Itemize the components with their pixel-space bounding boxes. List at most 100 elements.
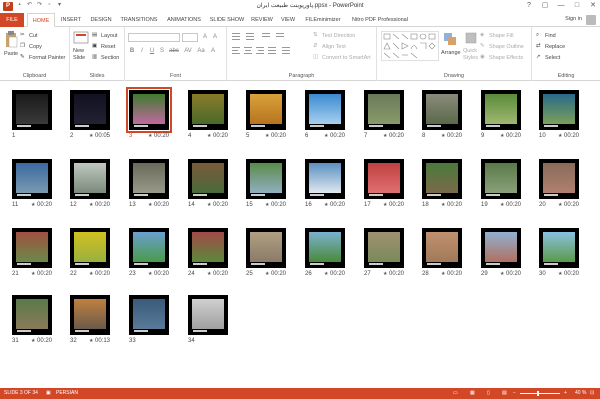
transition-star-icon[interactable]: ★	[383, 133, 387, 139]
customize-qat-icon[interactable]: ▾	[56, 2, 63, 9]
slide-image[interactable]	[129, 228, 169, 268]
slide-thumbnail[interactable]: 32 ★ 00:13	[70, 295, 110, 344]
slide-thumbnail[interactable]: 2 ★ 00:05	[70, 90, 110, 139]
slide-image[interactable]	[422, 159, 462, 199]
close-icon[interactable]: ✕	[588, 1, 598, 10]
slide-image[interactable]	[12, 159, 52, 199]
slide-thumbnail[interactable]: 12 ★ 00:20	[70, 159, 110, 208]
transition-star-icon[interactable]: ★	[148, 202, 152, 208]
slide-thumbnail[interactable]: 33	[129, 295, 169, 344]
slide-thumbnail[interactable]: 30 ★ 00:20	[539, 228, 579, 277]
text-direction-button[interactable]: ⇅ Text Direction	[313, 32, 355, 39]
slide-image[interactable]	[539, 159, 579, 199]
slide-image[interactable]	[129, 159, 169, 199]
slide-thumbnail[interactable]: 21 ★ 00:20	[12, 228, 52, 277]
transition-star-icon[interactable]: ★	[324, 202, 328, 208]
transition-star-icon[interactable]: ★	[383, 271, 387, 277]
slide-image[interactable]	[188, 90, 228, 130]
tab-file[interactable]: FILE	[0, 13, 24, 27]
new-slide-icon[interactable]	[73, 31, 89, 45]
slide-image[interactable]	[422, 228, 462, 268]
italic-button[interactable]: I	[138, 48, 146, 54]
transition-star-icon[interactable]: ★	[89, 202, 93, 208]
slide-thumbnail[interactable]: 15 ★ 00:20	[246, 159, 286, 208]
slide-thumbnail[interactable]: 18 ★ 00:20	[422, 159, 462, 208]
quick-styles-icon[interactable]	[465, 32, 477, 46]
slide-thumbnail[interactable]: 3 ★ 00:20	[126, 87, 172, 139]
select-button[interactable]: ➚ Select	[536, 54, 560, 61]
shrink-font-icon[interactable]: A	[211, 34, 219, 40]
zoom-slider-thumb[interactable]	[537, 391, 539, 396]
slide-sorter-view-icon[interactable]: ▦	[470, 390, 475, 396]
redo-icon[interactable]: ↷	[36, 2, 43, 9]
tab-transitions[interactable]: TRANSITIONS	[117, 13, 161, 27]
slide-thumbnail[interactable]: 27 ★ 00:20	[364, 228, 404, 277]
reading-view-icon[interactable]: ▯	[487, 390, 490, 396]
slide-thumbnail[interactable]: 28 ★ 00:20	[422, 228, 462, 277]
slide-image[interactable]	[12, 228, 52, 268]
tab-review[interactable]: REVIEW	[248, 13, 276, 27]
slide-thumbnail[interactable]: 20 ★ 00:20	[539, 159, 579, 208]
zoom-out-icon[interactable]: −	[513, 390, 516, 396]
slide-image[interactable]	[364, 90, 404, 130]
slide-image[interactable]	[70, 90, 110, 130]
save-icon[interactable]: ▪	[16, 2, 23, 9]
language-indicator[interactable]: PERSIAN	[56, 390, 78, 396]
transition-star-icon[interactable]: ★	[558, 202, 562, 208]
transition-star-icon[interactable]: ★	[89, 271, 93, 277]
slide-thumbnail[interactable]: 11 ★ 00:20	[12, 159, 52, 208]
slide-image[interactable]	[481, 90, 521, 130]
slide-thumbnail[interactable]: 6 ★ 00:20	[305, 90, 345, 139]
tab-nitro-pdf[interactable]: Nitro PDF Professional	[347, 13, 413, 27]
transition-star-icon[interactable]: ★	[500, 202, 504, 208]
slide-thumbnail[interactable]: 9 ★ 00:20	[481, 90, 521, 139]
underline-button[interactable]: U	[148, 48, 156, 54]
slide-image[interactable]	[481, 228, 521, 268]
slide-thumbnail[interactable]: 19 ★ 00:20	[481, 159, 521, 208]
shadow-button[interactable]: S	[158, 48, 166, 54]
transition-star-icon[interactable]: ★	[31, 338, 35, 344]
zoom-slider-track[interactable]	[520, 393, 560, 394]
transition-star-icon[interactable]: ★	[441, 202, 445, 208]
sign-in-link[interactable]: Sign in	[565, 16, 582, 22]
tab-insert[interactable]: INSERT	[57, 13, 85, 27]
slide-thumbnail[interactable]: 16 ★ 00:20	[305, 159, 345, 208]
transition-star-icon[interactable]: ★	[441, 271, 445, 277]
slide-thumbnail[interactable]: 14 ★ 00:20	[188, 159, 228, 208]
tab-design[interactable]: DESIGN	[86, 13, 116, 27]
transition-star-icon[interactable]: ★	[558, 271, 562, 277]
new-slide-label[interactable]: New	[73, 48, 84, 54]
font-name-combo[interactable]	[128, 33, 180, 42]
find-button[interactable]: ⌕ Find	[536, 32, 556, 39]
quick-styles-label[interactable]: Quick	[463, 48, 477, 54]
new-slide-label-2[interactable]: Slide	[73, 55, 85, 61]
slide-thumbnail[interactable]: 26 ★ 00:20	[305, 228, 345, 277]
transition-star-icon[interactable]: ★	[31, 271, 35, 277]
slide-image[interactable]	[12, 295, 52, 335]
slide-image[interactable]	[129, 295, 169, 335]
slide-thumbnail[interactable]: 25 ★ 00:20	[246, 228, 286, 277]
slide-thumbnail[interactable]: 7 ★ 00:20	[364, 90, 404, 139]
slide-image[interactable]	[422, 90, 462, 130]
section-button[interactable]: ▥ Section	[92, 54, 119, 61]
paste-button[interactable]: Paste	[4, 51, 18, 57]
fit-slide-icon[interactable]: ⊡	[590, 390, 594, 396]
transition-star-icon[interactable]: ★	[31, 202, 35, 208]
slide-image[interactable]	[364, 159, 404, 199]
slide-image[interactable]	[364, 228, 404, 268]
spell-check-icon[interactable]: ▣	[46, 390, 51, 396]
shape-outline-button[interactable]: ✎ Shape Outline	[480, 43, 524, 50]
paragraph-format-icons[interactable]	[232, 33, 312, 57]
tab-home[interactable]: HOME	[27, 13, 55, 27]
slide-image[interactable]	[70, 159, 110, 199]
transition-star-icon[interactable]: ★	[500, 133, 504, 139]
slide-thumbnail[interactable]: 23 ★ 00:20	[129, 228, 169, 277]
paste-icon[interactable]	[4, 31, 18, 49]
quick-styles-label-2[interactable]: Styles	[463, 55, 478, 61]
strikethrough-button[interactable]: abc	[168, 48, 180, 54]
slide-image[interactable]	[246, 159, 286, 199]
reset-button[interactable]: ▣ Reset	[92, 43, 115, 50]
tab-animations[interactable]: ANIMATIONS	[162, 13, 206, 27]
layout-button[interactable]: ▤ Layout	[92, 32, 118, 39]
copy-button[interactable]: ❐ Copy	[20, 43, 42, 50]
